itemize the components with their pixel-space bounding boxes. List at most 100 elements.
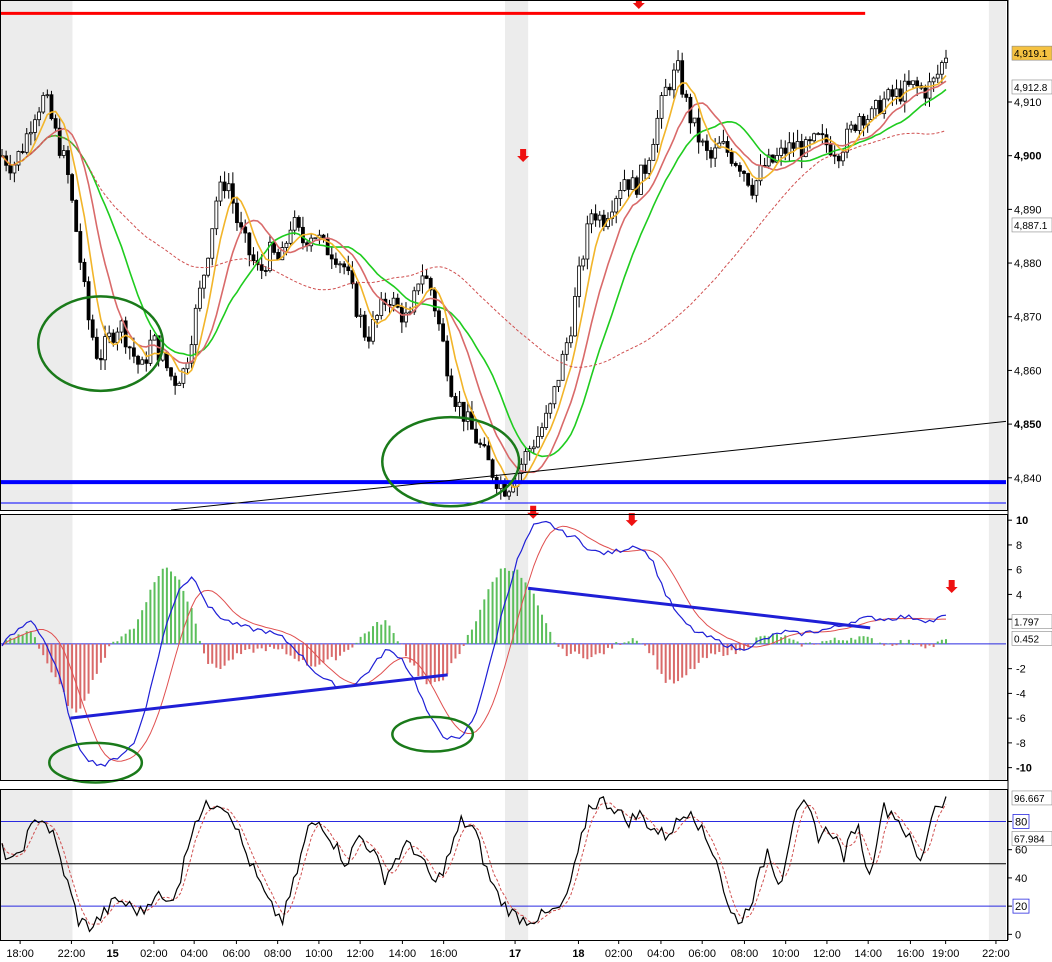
candle-body: [132, 347, 136, 357]
y-tick-label: 40: [1015, 873, 1027, 885]
highlight-ellipse: [391, 715, 475, 753]
moving-average-line: [1, 130, 947, 368]
candle-body: [820, 133, 825, 136]
candle-body: [746, 173, 751, 186]
candle-body: [655, 117, 660, 145]
candle-body: [362, 314, 367, 338]
candle-body: [556, 379, 561, 388]
last-value-tag: 67.984: [1011, 831, 1052, 846]
y-tick-label: 60: [1015, 845, 1027, 857]
last-value-label: 67.984: [1014, 834, 1045, 845]
x-tick-label: 16:00: [430, 948, 458, 960]
x-axis: 18:00 22:00 15 02:00 04:00 06:00 08:00 10:00 12:…: [6, 940, 1010, 960]
candle-body: [74, 199, 79, 232]
candle-body: [729, 152, 734, 164]
candle-body: [90, 319, 95, 338]
candle-body: [552, 386, 557, 405]
candle-body: [86, 281, 91, 321]
candle-body: [482, 444, 487, 447]
session-band: [0, 0, 73, 510]
candle-body: [37, 111, 42, 121]
candle-body: [329, 254, 334, 260]
candle-body: [857, 116, 862, 131]
candle-body: [296, 217, 301, 228]
candle-body: [540, 427, 544, 437]
candle-body: [626, 179, 631, 190]
candle-body: [94, 336, 99, 359]
candle-body: [144, 359, 149, 364]
candle-body: [449, 375, 454, 397]
candle-body: [478, 442, 483, 445]
candle-body: [371, 319, 375, 342]
candle-body: [721, 141, 726, 144]
x-tick-label: 02:00: [140, 948, 168, 960]
candle-body: [45, 94, 50, 97]
candle-body: [416, 283, 421, 292]
candle-body: [24, 133, 29, 153]
candle-body: [441, 323, 445, 342]
candle-body: [70, 174, 74, 201]
candle-body: [61, 150, 66, 156]
candle-body: [82, 261, 87, 283]
x-tick-label: 18: [572, 948, 584, 960]
y-tick-label: 4,870: [1014, 312, 1042, 324]
candle-body: [169, 367, 173, 377]
candle-body: [651, 144, 656, 161]
y-tick-label: 4,860: [1014, 365, 1042, 377]
candle-body: [915, 80, 920, 87]
candle-body: [585, 223, 590, 260]
candle-body: [193, 307, 198, 346]
candle-body: [754, 180, 759, 196]
candle-body: [696, 117, 701, 143]
last-value-tag: 4,912.8: [1011, 79, 1052, 95]
x-tick-label: 15: [107, 948, 119, 960]
x-tick-label: 12:00: [346, 948, 374, 960]
y-tick-label: -10: [1016, 763, 1032, 775]
candle-body: [486, 445, 491, 461]
candle-body: [684, 93, 689, 98]
candle-body: [853, 124, 858, 131]
candle-body: [202, 274, 206, 289]
candle-body: [911, 80, 915, 85]
candle-body: [366, 336, 371, 342]
session-band: [988, 789, 1006, 940]
candle-body: [944, 57, 948, 63]
candle-body: [874, 100, 878, 110]
candle-body: [152, 335, 157, 341]
candle-body: [692, 117, 697, 124]
session-band: [988, 0, 1006, 510]
candle-body: [902, 80, 907, 102]
candle-body: [659, 95, 664, 119]
candle-body: [742, 170, 746, 174]
candle-body: [181, 368, 186, 384]
candle-body: [358, 314, 363, 317]
candle-body: [709, 150, 713, 159]
candle-body: [849, 124, 854, 130]
candle-body: [783, 147, 788, 154]
candle-body: [861, 116, 866, 126]
trendline: [170, 420, 1007, 511]
candle-body: [573, 296, 577, 337]
candle-body: [127, 346, 132, 349]
candle-body: [667, 86, 672, 91]
candle-body: [263, 270, 268, 272]
y-tick-label: -2: [1016, 664, 1026, 676]
last-value-label: 0.452: [1014, 634, 1039, 645]
x-tick-label: 14:00: [854, 948, 882, 960]
candle-body: [597, 214, 602, 221]
candle-body: [354, 283, 359, 317]
y-tick-label: 6: [1016, 565, 1022, 577]
y-tick-label: 8: [1016, 540, 1022, 552]
x-tick-label: 18:00: [6, 948, 34, 960]
down-arrow-marker: [527, 505, 540, 519]
candle-body: [379, 298, 384, 316]
candle-body: [288, 229, 293, 244]
candle-body: [535, 435, 540, 448]
x-tick-label: 02:00: [605, 948, 633, 960]
candle-body: [313, 237, 318, 240]
candle-body: [935, 73, 940, 79]
moving-average-line: [1, 74, 947, 488]
x-tick-label: 06:00: [688, 948, 716, 960]
candle-body: [292, 217, 297, 231]
candle-body: [391, 297, 396, 306]
